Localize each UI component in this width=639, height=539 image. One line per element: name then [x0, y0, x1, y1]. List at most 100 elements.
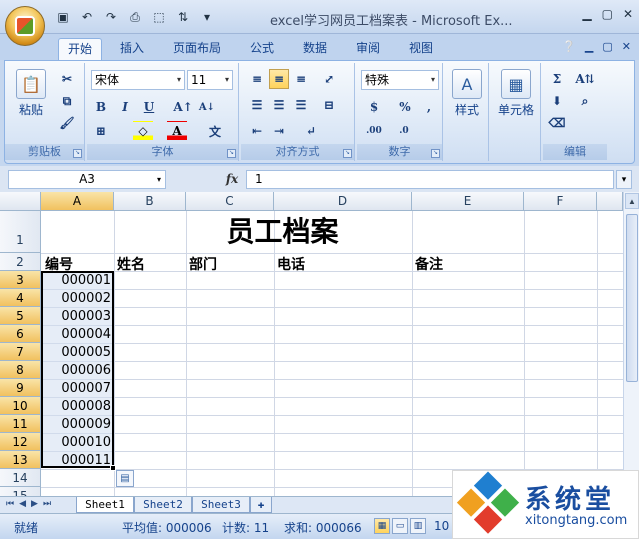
orientation-icon[interactable]: ⤢ — [319, 69, 339, 89]
row-header[interactable]: 10 — [0, 397, 41, 415]
font-name-dropdown[interactable]: 宋体 ▾ — [91, 70, 185, 90]
row-header[interactable]: 7 — [0, 343, 41, 361]
sheet-tab-3[interactable]: Sheet3 — [192, 497, 250, 513]
sort-filter-icon[interactable]: A⇅ — [575, 69, 595, 89]
bold-icon[interactable]: B — [91, 97, 111, 117]
scroll-thumb[interactable] — [626, 214, 638, 382]
row-header[interactable]: 9 — [0, 379, 41, 397]
tab-data[interactable]: 数据 — [293, 38, 337, 60]
autosum-icon[interactable]: Σ — [547, 69, 567, 89]
id-cell[interactable]: 000007 — [44, 381, 111, 396]
column-header-f[interactable]: F — [524, 192, 597, 211]
dialog-launcher-icon[interactable]: ↘ — [227, 149, 236, 158]
header-cell-name[interactable]: 姓名 — [117, 254, 145, 274]
align-middle-icon[interactable]: ≡ — [269, 69, 289, 89]
sheet-title[interactable]: 员工档案 — [41, 214, 524, 250]
increase-font-icon[interactable]: A↑ — [173, 97, 193, 117]
selection-icon[interactable]: ⬚ — [150, 9, 168, 25]
minimize-icon[interactable]: ▁ — [582, 7, 591, 21]
font-color-icon[interactable]: A — [167, 121, 187, 141]
column-header-b[interactable]: B — [114, 192, 186, 211]
scroll-up-icon[interactable]: ▲ — [625, 193, 639, 209]
sheet-tab-1[interactable]: Sheet1 — [76, 497, 134, 513]
tab-home[interactable]: 开始 — [58, 38, 102, 60]
id-cell[interactable]: 000008 — [44, 399, 111, 414]
page-break-view-icon[interactable]: ▥ — [410, 518, 426, 534]
column-header-d[interactable]: D — [274, 192, 412, 211]
header-cell-phone[interactable]: 电话 — [277, 254, 305, 274]
row-header[interactable]: 15 — [0, 487, 41, 496]
maximize-icon[interactable]: ▢ — [602, 7, 613, 21]
styles-button[interactable]: A 样式 — [449, 69, 485, 118]
next-sheet-icon[interactable]: ▶ — [31, 498, 38, 509]
tab-view[interactable]: 视图 — [399, 38, 443, 60]
row-header[interactable]: 5 — [0, 307, 41, 325]
insert-function-button[interactable]: fx — [220, 170, 244, 189]
wrap-text-icon[interactable]: ↵ — [297, 121, 325, 141]
align-bottom-icon[interactable]: ≡ — [291, 69, 311, 89]
format-painter-icon[interactable]: 🖌 — [57, 113, 77, 133]
column-header-e[interactable]: E — [412, 192, 524, 211]
last-sheet-icon[interactable]: ⏭ — [43, 498, 51, 509]
tab-insert[interactable]: 插入 — [110, 38, 154, 60]
decrease-font-icon[interactable]: A↓ — [197, 97, 217, 117]
office-button[interactable] — [5, 6, 45, 46]
undo-icon[interactable]: ↶ — [78, 9, 96, 25]
close-icon[interactable]: ✕ — [623, 7, 633, 21]
first-sheet-icon[interactable]: ⏮ — [6, 498, 14, 509]
row-header[interactable]: 4 — [0, 289, 41, 307]
column-header-a[interactable]: A — [41, 192, 114, 211]
id-cell[interactable]: 000005 — [44, 345, 111, 360]
percent-icon[interactable]: % — [395, 97, 415, 117]
row-header[interactable]: 8 — [0, 361, 41, 379]
insert-sheet-icon[interactable]: ✚ — [250, 497, 272, 513]
normal-view-icon[interactable]: ▦ — [374, 518, 390, 534]
row-header[interactable]: 1 — [0, 211, 41, 253]
help-icon[interactable]: ❔ — [562, 40, 576, 53]
save-icon[interactable]: ▣ — [54, 9, 72, 25]
header-cell-department[interactable]: 部门 — [189, 254, 217, 274]
underline-icon[interactable]: U — [139, 97, 159, 117]
id-cell[interactable]: 000002 — [44, 291, 111, 306]
tab-review[interactable]: 审阅 — [346, 38, 390, 60]
id-cell[interactable]: 000010 — [44, 435, 111, 450]
ribbon-restore-icon[interactable]: ▢ — [602, 40, 612, 53]
row-header[interactable]: 11 — [0, 415, 41, 433]
vertical-scrollbar[interactable]: ▲ ▼ — [623, 192, 639, 496]
page-layout-view-icon[interactable]: ▭ — [392, 518, 408, 534]
ribbon-minimize-icon[interactable]: ▁ — [585, 40, 593, 53]
phonetic-icon[interactable]: 文 — [203, 121, 227, 141]
fill-icon[interactable]: ⬇ — [547, 91, 567, 111]
tab-formulas[interactable]: 公式 — [240, 38, 284, 60]
sort-icon[interactable]: ⇅ — [174, 9, 192, 25]
customize-toolbar-icon[interactable]: ▾ — [198, 9, 216, 25]
row-header[interactable]: 2 — [0, 253, 41, 271]
dialog-launcher-icon[interactable]: ↘ — [431, 149, 440, 158]
row-header[interactable]: 12 — [0, 433, 41, 451]
decrease-decimal-icon[interactable]: .0 — [391, 121, 417, 141]
find-select-icon[interactable]: ⌕ — [575, 91, 595, 111]
clear-icon[interactable]: ⌫ — [547, 113, 567, 133]
align-right-icon[interactable]: ☰ — [291, 95, 311, 115]
comma-icon[interactable]: , — [419, 97, 439, 117]
row-header[interactable]: 13 — [0, 451, 41, 469]
id-cell[interactable]: 000003 — [44, 309, 111, 324]
align-left-icon[interactable]: ☰ — [247, 95, 267, 115]
expand-formula-icon[interactable]: ▾ — [616, 170, 632, 189]
row-header[interactable]: 6 — [0, 325, 41, 343]
border-icon[interactable]: ⊞ — [91, 121, 111, 141]
font-size-dropdown[interactable]: 11 ▾ — [187, 70, 233, 90]
id-cell[interactable]: 000001 — [44, 273, 111, 288]
column-header-c[interactable]: C — [186, 192, 274, 211]
align-top-icon[interactable]: ≡ — [247, 69, 267, 89]
cut-icon[interactable]: ✂ — [57, 69, 77, 89]
currency-icon[interactable]: $ — [361, 97, 387, 117]
dialog-launcher-icon[interactable]: ↘ — [343, 149, 352, 158]
align-center-icon[interactable]: ☰ — [269, 95, 289, 115]
italic-icon[interactable]: I — [115, 97, 135, 117]
copy-icon[interactable]: ⧉ — [57, 91, 77, 111]
select-all-corner[interactable] — [0, 192, 41, 211]
name-box[interactable]: A3 ▾ — [8, 170, 166, 189]
decrease-indent-icon[interactable]: ⇤ — [247, 121, 267, 141]
redo-icon[interactable]: ↷ — [102, 9, 120, 25]
